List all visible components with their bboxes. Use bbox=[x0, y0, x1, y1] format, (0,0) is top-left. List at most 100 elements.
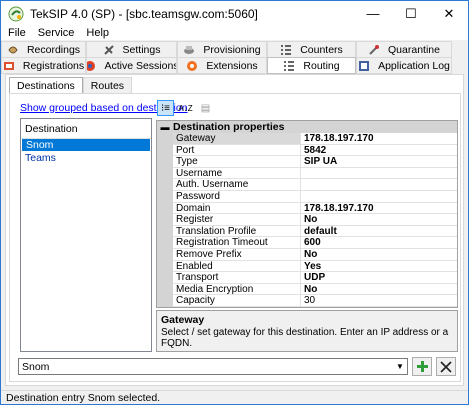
close-window-button[interactable]: ✕ bbox=[430, 1, 468, 26]
registrations-icon bbox=[3, 61, 14, 70]
tab-quarantine[interactable]: Quarantine bbox=[356, 41, 452, 58]
property-value[interactable]: default bbox=[301, 226, 457, 238]
property-value[interactable]: No bbox=[301, 284, 457, 296]
collapse-icon[interactable]: ▬ bbox=[157, 122, 173, 132]
row-gutter bbox=[157, 214, 173, 226]
tab-registrations[interactable]: Registrations bbox=[1, 57, 86, 74]
menu-help[interactable]: Help bbox=[80, 27, 115, 39]
subtab-routes[interactable]: Routes bbox=[82, 77, 133, 93]
row-gutter bbox=[157, 179, 173, 191]
row-gutter bbox=[157, 156, 173, 168]
property-value[interactable]: Yes bbox=[301, 261, 457, 273]
delete-destination-button[interactable] bbox=[436, 357, 456, 376]
routing-icon bbox=[284, 60, 295, 71]
list-item[interactable]: Snom bbox=[22, 139, 150, 151]
property-row[interactable]: Domain 178.18.197.170 bbox=[157, 202, 457, 215]
property-value[interactable]: No bbox=[301, 249, 457, 261]
destination-list[interactable]: Destination Snom Teams bbox=[20, 118, 152, 352]
property-name: Remove Prefix bbox=[173, 248, 301, 261]
row-gutter bbox=[157, 202, 173, 215]
tab-routing[interactable]: Routing bbox=[267, 57, 356, 74]
property-name: Type bbox=[173, 156, 301, 168]
property-row[interactable]: Register No bbox=[157, 214, 457, 226]
app-window: TekSIP 4.0 (SP) - [sbc.teamsgw.com:5060]… bbox=[0, 0, 469, 405]
property-name: Register bbox=[173, 214, 301, 226]
property-pages-button[interactable]: ▤ bbox=[197, 100, 214, 116]
property-grid-toolbar: ⁝≡ A↓Z ▤ bbox=[157, 100, 217, 116]
property-value[interactable]: 178.18.197.170 bbox=[301, 203, 457, 215]
property-category[interactable]: ▬ Destination properties bbox=[157, 121, 457, 133]
chevron-down-icon[interactable]: ▼ bbox=[393, 362, 407, 371]
tab-active-sessions[interactable]: Active Sessions bbox=[86, 57, 177, 74]
property-row[interactable]: Auth. Username bbox=[157, 179, 457, 191]
property-value[interactable]: 30 bbox=[301, 295, 457, 307]
property-name: Gateway bbox=[173, 133, 301, 145]
property-value[interactable]: UDP bbox=[301, 272, 457, 284]
property-row[interactable]: Remove Prefix No bbox=[157, 248, 457, 261]
tab-extensions[interactable]: Extensions bbox=[177, 57, 267, 74]
add-destination-button[interactable] bbox=[412, 357, 432, 376]
tab-label: Active Sessions bbox=[104, 59, 177, 72]
routing-subtabs: Destinations Routes bbox=[9, 77, 133, 93]
property-row[interactable]: Capacity 30 bbox=[157, 295, 457, 307]
main-tabs-row-1: Recordings Settings Provisioning Counter… bbox=[1, 41, 452, 58]
property-name: Registration Timeout bbox=[173, 237, 301, 249]
tab-label: Registrations bbox=[22, 59, 85, 72]
app-logo-icon bbox=[8, 6, 24, 21]
tab-recordings[interactable]: Recordings bbox=[1, 41, 86, 58]
maximize-button[interactable]: ☐ bbox=[392, 1, 430, 26]
property-row[interactable]: Gateway 178.18.197.170 bbox=[157, 133, 457, 145]
property-row[interactable]: Enabled Yes bbox=[157, 260, 457, 273]
tab-provisioning[interactable]: Provisioning bbox=[177, 41, 267, 58]
tab-label: Extensions bbox=[206, 59, 258, 72]
minimize-button[interactable]: — bbox=[354, 1, 392, 26]
sort-az-icon: A↓Z bbox=[178, 103, 193, 113]
destination-name-combo[interactable]: Snom ▼ bbox=[18, 358, 408, 375]
row-gutter bbox=[157, 133, 173, 145]
property-value[interactable]: 178.18.197.170 bbox=[301, 133, 457, 145]
close-icon bbox=[440, 360, 452, 373]
property-value[interactable]: No bbox=[301, 214, 457, 226]
property-row[interactable]: Password bbox=[157, 190, 457, 203]
property-name: Enabled bbox=[173, 260, 301, 273]
menu-file[interactable]: File bbox=[1, 27, 32, 39]
title-bar: TekSIP 4.0 (SP) - [sbc.teamsgw.com:5060]… bbox=[1, 1, 468, 26]
tab-label: Quarantine bbox=[388, 43, 440, 56]
destination-list-header: Destination bbox=[21, 119, 151, 139]
row-gutter bbox=[157, 190, 173, 203]
property-row[interactable]: Translation Profile default bbox=[157, 225, 457, 238]
property-row[interactable]: Port 5842 bbox=[157, 144, 457, 157]
property-value[interactable]: 5842 bbox=[301, 145, 457, 157]
property-row[interactable]: Media Encryption No bbox=[157, 283, 457, 296]
property-value[interactable] bbox=[301, 168, 457, 180]
subtab-destinations[interactable]: Destinations bbox=[9, 77, 83, 93]
tab-settings[interactable]: Settings bbox=[86, 41, 177, 58]
row-gutter bbox=[157, 260, 173, 273]
list-item[interactable]: Teams bbox=[21, 152, 151, 164]
property-value[interactable] bbox=[301, 179, 457, 191]
tab-counters[interactable]: Counters bbox=[267, 41, 356, 58]
categorized-view-button[interactable]: ⁝≡ bbox=[157, 100, 174, 116]
property-name: Auth. Username bbox=[173, 179, 301, 191]
alphabetical-sort-button[interactable]: A↓Z bbox=[177, 100, 194, 116]
property-row[interactable]: Transport UDP bbox=[157, 272, 457, 284]
property-value[interactable] bbox=[301, 191, 457, 203]
category-title: Destination properties bbox=[173, 121, 285, 133]
provisioning-icon bbox=[184, 45, 195, 54]
property-value[interactable]: SIP UA bbox=[301, 156, 457, 168]
tab-label: Settings bbox=[122, 43, 161, 56]
property-row[interactable]: Registration Timeout 600 bbox=[157, 237, 457, 249]
menu-service[interactable]: Service bbox=[32, 27, 81, 39]
property-row[interactable]: Type SIP UA bbox=[157, 156, 457, 168]
tab-label: Routing bbox=[303, 59, 340, 72]
property-name: Port bbox=[173, 144, 301, 157]
counters-icon bbox=[281, 44, 292, 55]
property-pages-icon: ▤ bbox=[200, 102, 211, 114]
property-row[interactable]: Username bbox=[157, 167, 457, 180]
property-name: Domain bbox=[173, 202, 301, 215]
property-rows: Gateway 178.18.197.170 Port 5842 Type SIP UA U… bbox=[157, 133, 457, 307]
settings-icon bbox=[103, 44, 114, 55]
tab-application-log[interactable]: Application Log bbox=[356, 57, 452, 74]
tab-label: Provisioning bbox=[203, 43, 261, 56]
property-value[interactable]: 600 bbox=[301, 237, 457, 249]
